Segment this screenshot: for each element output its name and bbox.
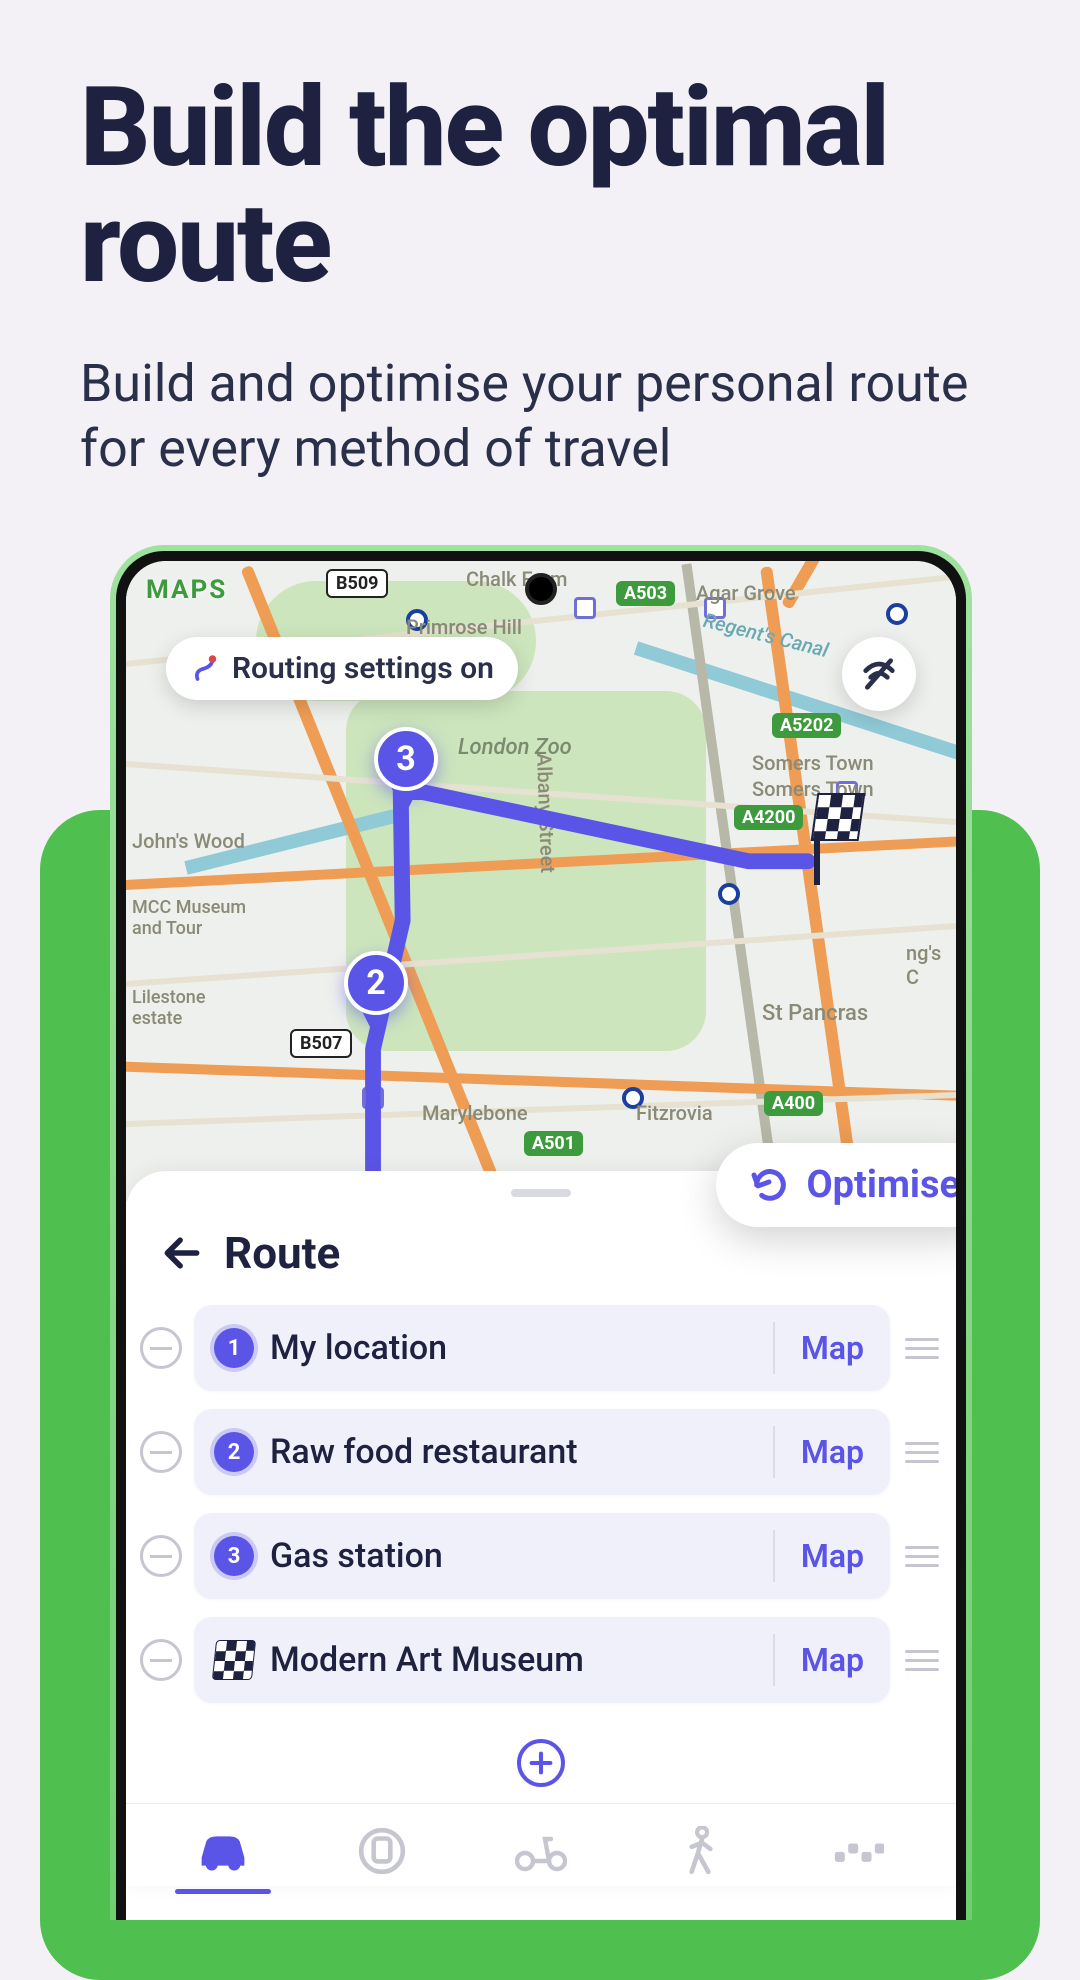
travel-modes-tabbar xyxy=(126,1803,956,1886)
map-label: Somers Town xyxy=(752,751,874,775)
road-shield: A503 xyxy=(616,581,675,606)
remove-stop-button[interactable] xyxy=(140,1431,182,1473)
hero-subtitle: Build and optimise your personal route f… xyxy=(80,351,1000,481)
refresh-icon xyxy=(750,1165,790,1205)
mode-transit[interactable] xyxy=(334,1816,430,1886)
stop-index-badge: 1 xyxy=(214,1328,254,1368)
stop-row: Modern Art Museum Map xyxy=(140,1617,942,1703)
road-shield: A4200 xyxy=(734,805,803,830)
stops-list: 1 My location Map 2 Raw food restaurant … xyxy=(126,1305,956,1703)
stop-map-button[interactable]: Map xyxy=(773,1634,890,1686)
optimise-label: Optimise xyxy=(806,1163,956,1207)
routing-settings-chip[interactable]: Routing settings on xyxy=(166,637,518,700)
map-label: MCC Museum and Tour xyxy=(132,897,262,939)
add-stop-button[interactable] xyxy=(517,1739,565,1787)
drag-handle-icon[interactable] xyxy=(902,1338,942,1359)
stop-map-button[interactable]: Map xyxy=(773,1426,890,1478)
road-shield: B507 xyxy=(290,1029,352,1058)
mode-car[interactable] xyxy=(175,1816,271,1886)
mode-walk[interactable] xyxy=(652,1816,748,1886)
stop-map-button[interactable]: Map xyxy=(773,1530,890,1582)
phone-frame: Primrose Hill London Zoo John's Wood MCC… xyxy=(110,545,972,1920)
route-sheet: Optimise Route 1 My location xyxy=(126,1171,956,1886)
map-canvas[interactable]: Primrose Hill London Zoo John's Wood MCC… xyxy=(126,561,956,1201)
optimise-button[interactable]: Optimise xyxy=(716,1143,956,1227)
stop-row: 2 Raw food restaurant Map xyxy=(140,1409,942,1495)
stop-name: Modern Art Museum xyxy=(270,1640,773,1680)
stop-index-badge: 2 xyxy=(214,1432,254,1472)
finish-flag-icon xyxy=(212,1640,256,1680)
route-pin-icon xyxy=(190,654,220,684)
map-finish-flag[interactable] xyxy=(811,793,866,841)
offline-toggle-button[interactable] xyxy=(842,637,916,711)
drag-handle-icon[interactable] xyxy=(902,1442,942,1463)
map-label: ng's C xyxy=(906,941,956,989)
stop-index-badge: 3 xyxy=(214,1536,254,1576)
stop-row: 1 My location Map xyxy=(140,1305,942,1391)
back-arrow-icon[interactable] xyxy=(160,1231,204,1275)
wifi-off-icon xyxy=(859,654,899,694)
map-label: Albany Street xyxy=(532,753,560,874)
app-screen: Primrose Hill London Zoo John's Wood MCC… xyxy=(126,561,956,1920)
map-label: Marylebone xyxy=(422,1101,528,1125)
routing-settings-label: Routing settings on xyxy=(232,651,494,686)
stop-map-button[interactable]: Map xyxy=(773,1322,890,1374)
scooter-icon xyxy=(515,1830,567,1872)
mode-taxi[interactable] xyxy=(811,1816,907,1886)
remove-stop-button[interactable] xyxy=(140,1639,182,1681)
map-label: Primrose Hill xyxy=(406,615,522,639)
status-app-label: MAPS xyxy=(146,575,227,605)
remove-stop-button[interactable] xyxy=(140,1327,182,1369)
map-label: Lilestone estate xyxy=(132,987,252,1029)
stop-name: Gas station xyxy=(270,1536,773,1576)
phone-camera xyxy=(525,573,557,605)
car-icon xyxy=(196,1830,250,1872)
stop-name: My location xyxy=(270,1328,773,1368)
plus-icon xyxy=(527,1749,555,1777)
sheet-title: Route xyxy=(224,1227,340,1279)
stop-card[interactable]: Modern Art Museum Map xyxy=(194,1617,890,1703)
map-label: Agar Grove xyxy=(696,581,796,605)
stop-card[interactable]: 1 My location Map xyxy=(194,1305,890,1391)
drag-handle-icon[interactable] xyxy=(902,1546,942,1567)
stop-card[interactable]: 3 Gas station Map xyxy=(194,1513,890,1599)
map-label: John's Wood xyxy=(132,829,245,853)
road-shield: A5202 xyxy=(772,713,841,738)
sheet-grabber[interactable] xyxy=(511,1189,571,1197)
stop-card[interactable]: 2 Raw food restaurant Map xyxy=(194,1409,890,1495)
stop-name: Raw food restaurant xyxy=(270,1432,773,1472)
road-shield: A400 xyxy=(764,1091,823,1116)
taxi-dots-icon xyxy=(834,1836,884,1866)
stop-row: 3 Gas station Map xyxy=(140,1513,942,1599)
map-waypoint-2[interactable]: 2 xyxy=(344,951,408,1015)
drag-handle-icon[interactable] xyxy=(902,1650,942,1671)
road-shield: B509 xyxy=(326,569,388,598)
map-waypoint-3[interactable]: 3 xyxy=(374,727,438,791)
map-label: Fitzrovia xyxy=(636,1101,713,1125)
transit-icon xyxy=(357,1826,407,1876)
remove-stop-button[interactable] xyxy=(140,1535,182,1577)
map-label: St Pancras xyxy=(762,1001,868,1026)
mode-bike[interactable] xyxy=(493,1816,589,1886)
road-shield: A501 xyxy=(524,1131,583,1156)
walk-icon xyxy=(682,1826,718,1876)
hero-title: Build the optimal route xyxy=(80,70,1000,301)
